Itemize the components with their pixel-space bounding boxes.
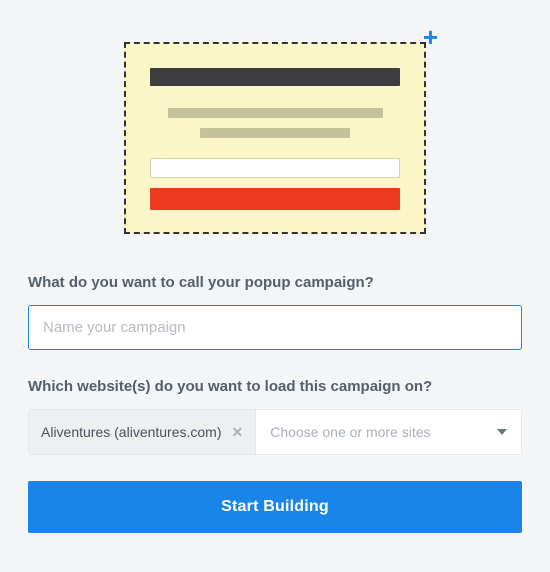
site-dropdown-placeholder: Choose one or more sites [270,424,430,440]
selected-site-tag: Aliventures (aliventures.com) ✕ [29,410,256,454]
campaign-create-form: + What do you want to call your popup ca… [0,42,550,563]
campaign-name-section: What do you want to call your popup camp… [28,274,522,350]
preview-headline-bar [150,68,400,86]
site-dropdown[interactable]: Choose one or more sites [256,410,521,454]
popup-preview-wrap: + [124,42,426,234]
website-label: Which website(s) do you want to load thi… [28,378,522,395]
chevron-down-icon [497,429,507,435]
popup-preview [124,42,426,234]
selected-site-text: Aliventures (aliventures.com) [41,424,222,440]
preview-cta-bar [150,188,400,210]
preview-text-bar-2 [200,128,350,138]
start-building-button[interactable]: Start Building [28,481,522,533]
campaign-name-label: What do you want to call your popup camp… [28,274,522,291]
campaign-name-input[interactable] [28,305,522,350]
preview-text-bar-1 [168,108,383,118]
plus-icon: + [423,24,438,50]
website-section: Which website(s) do you want to load thi… [28,378,522,455]
remove-site-icon[interactable]: ✕ [232,424,244,441]
website-multiselect[interactable]: Aliventures (aliventures.com) ✕ Choose o… [28,409,522,455]
preview-input-bar [150,158,400,178]
